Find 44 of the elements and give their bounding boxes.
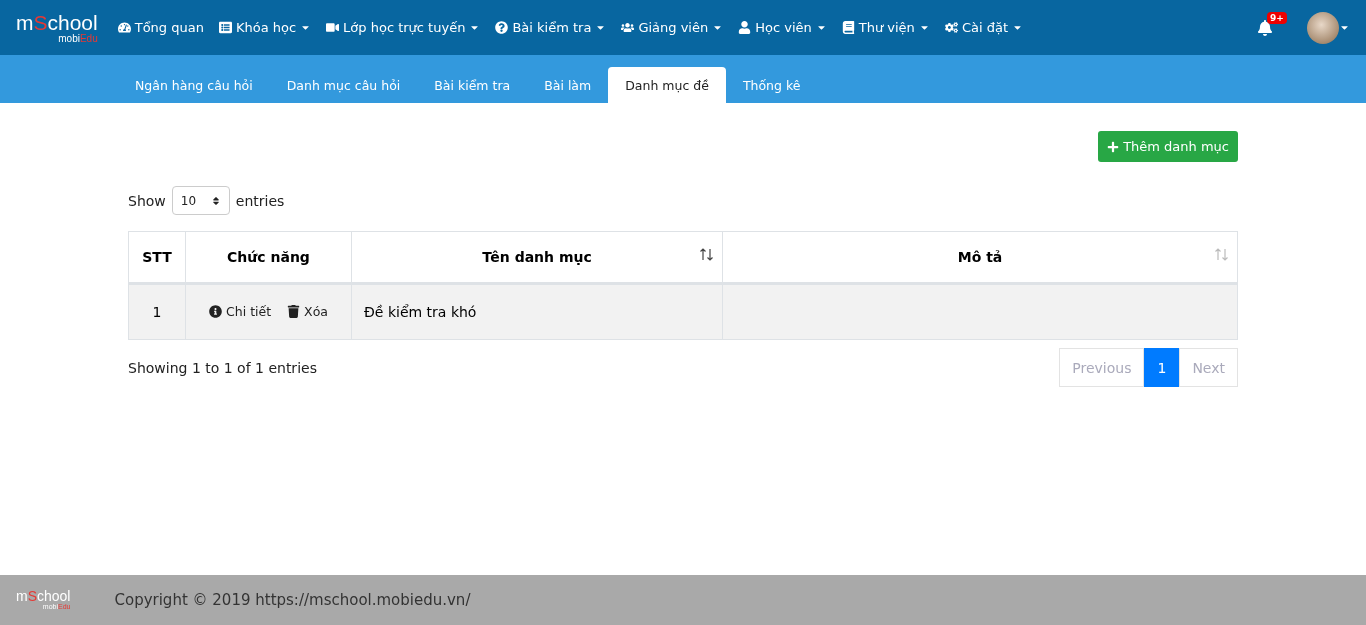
sort-icon bbox=[1215, 248, 1229, 261]
nav-item[interactable]: Học viên bbox=[738, 20, 827, 35]
page-link[interactable]: 1 bbox=[1144, 348, 1180, 387]
sort-arrows-icon bbox=[210, 195, 221, 206]
logo-subtitle: mobiEdu bbox=[58, 32, 98, 44]
delete-link[interactable]: Xóa bbox=[287, 303, 328, 319]
nav-item[interactable]: Bài kiểm tra bbox=[495, 20, 607, 35]
logo-wordmark: mSchool bbox=[16, 11, 98, 33]
bell-icon[interactable] bbox=[1257, 19, 1273, 36]
entries-label: entries bbox=[235, 192, 285, 209]
nav-item[interactable]: Lớp học trực tuyến bbox=[326, 20, 481, 35]
gears-icon bbox=[944, 21, 958, 34]
info-icon bbox=[209, 304, 223, 318]
nav-item[interactable]: Khóa học bbox=[218, 20, 312, 35]
show-label: Show bbox=[128, 192, 166, 209]
tab[interactable]: Bài làm bbox=[527, 67, 609, 103]
trash-icon bbox=[287, 304, 301, 318]
avatar[interactable] bbox=[1307, 11, 1339, 44]
logo-wordmark: mSchool bbox=[16, 589, 71, 604]
table-info: Showing 1 to 1 of 1 entries bbox=[128, 359, 317, 376]
tab[interactable]: Thống kê bbox=[725, 67, 818, 103]
nav-item[interactable]: Thư viện bbox=[841, 20, 930, 35]
tab[interactable]: Ngân hàng câu hỏi bbox=[118, 67, 270, 103]
add-category-button[interactable]: Thêm danh mục bbox=[1098, 131, 1238, 162]
copyright-text: Copyright © 2019 https://mschool.mobiedu.vn/ bbox=[114, 591, 471, 609]
gauge-icon bbox=[117, 21, 131, 34]
book-icon bbox=[841, 21, 855, 34]
tab[interactable]: Danh mục đề bbox=[608, 67, 726, 103]
sort-icon bbox=[700, 248, 714, 261]
nav-item[interactable]: Cài đặt bbox=[944, 20, 1023, 35]
user-icon bbox=[738, 21, 752, 34]
detail-link[interactable]: Chi tiết bbox=[209, 303, 272, 319]
table-cell: Đề kiểm tra khó bbox=[351, 283, 723, 340]
nav-item[interactable]: Tổng quan bbox=[117, 20, 204, 35]
plus-icon bbox=[1107, 140, 1120, 153]
list-icon bbox=[218, 21, 232, 34]
nav-item[interactable]: Giảng viên bbox=[621, 20, 724, 35]
video-camera-icon bbox=[326, 21, 340, 34]
tab[interactable]: Danh mục câu hỏi bbox=[269, 67, 418, 103]
table-cell: 1 bbox=[128, 283, 186, 340]
notification-badge: 9+ bbox=[1267, 11, 1287, 24]
entries-select[interactable]: 10 bbox=[171, 186, 230, 215]
tab[interactable]: Bài kiểm tra bbox=[417, 67, 528, 103]
users-icon bbox=[621, 21, 635, 34]
